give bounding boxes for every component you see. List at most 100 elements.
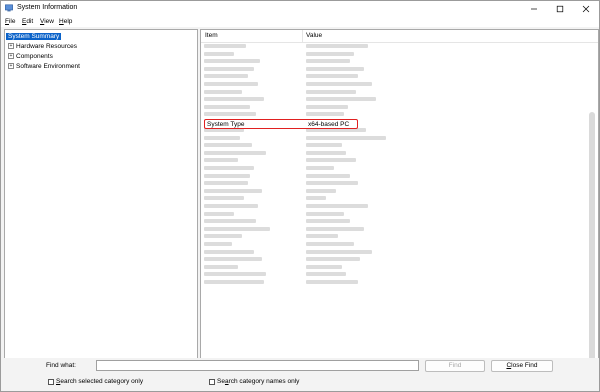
row-value-blurred (306, 272, 346, 277)
row-item-blurred (204, 242, 232, 246)
table-row[interactable] (201, 233, 547, 240)
row-value-blurred (306, 249, 372, 254)
table-row[interactable] (201, 142, 547, 149)
row-value-blurred (306, 51, 354, 56)
column-divider[interactable] (302, 30, 303, 42)
row-value-blurred (306, 74, 358, 79)
row-item-blurred (204, 51, 234, 56)
row-value-blurred (306, 188, 336, 193)
row-value-blurred (306, 150, 346, 155)
row-item-blurred (204, 135, 240, 140)
row-item-blurred (204, 204, 258, 208)
table-row[interactable] (201, 173, 547, 180)
minimize-button[interactable] (521, 1, 547, 16)
list-header: Item Value (201, 30, 598, 43)
search-selected-category-checkbox[interactable]: Search selected category only (48, 378, 143, 385)
highlighted-row-system-type[interactable]: System Type x64-based PC (204, 119, 358, 129)
table-row[interactable] (201, 58, 547, 65)
close-find-button[interactable]: Close Find (491, 360, 553, 372)
table-row[interactable] (201, 180, 547, 187)
row-value-blurred (306, 44, 368, 48)
window-title: System Information (17, 4, 78, 11)
row-value-blurred (306, 66, 364, 71)
table-row[interactable] (201, 256, 547, 263)
row-value-blurred (306, 173, 350, 178)
table-row[interactable] (201, 111, 547, 118)
expand-icon[interactable]: + (8, 43, 14, 50)
column-value[interactable]: Value (306, 32, 322, 39)
table-row[interactable] (201, 226, 547, 233)
row-item-blurred (204, 196, 244, 201)
vertical-scrollbar[interactable] (588, 42, 596, 362)
search-category-names-checkbox[interactable]: Search category names only (209, 378, 299, 385)
table-row[interactable] (201, 104, 547, 111)
row-item-blurred (204, 272, 266, 277)
row-item-blurred (204, 181, 248, 186)
row-value-blurred (306, 59, 350, 64)
row-item: System Type (207, 121, 245, 128)
minimize-icon (531, 8, 537, 9)
row-value-blurred (306, 264, 342, 269)
table-row[interactable] (201, 249, 547, 256)
row-item-blurred (204, 234, 242, 239)
maximize-button[interactable] (547, 1, 573, 16)
table-row[interactable] (201, 150, 547, 157)
menu-file[interactable]: File (5, 18, 16, 25)
tree-item-system-summary[interactable]: System Summary (6, 32, 62, 41)
category-tree[interactable]: System Summary + Hardware Resources + Comp… (4, 29, 198, 359)
table-row[interactable] (201, 264, 547, 271)
row-value-blurred (306, 135, 386, 140)
row-item-blurred (204, 264, 238, 269)
row-value-blurred (306, 211, 344, 216)
table-row[interactable] (201, 89, 547, 96)
row-value-blurred (306, 242, 354, 246)
find-input[interactable] (96, 360, 419, 371)
table-row[interactable] (201, 279, 547, 286)
expand-icon[interactable]: + (8, 63, 14, 70)
table-row[interactable] (201, 73, 547, 80)
row-value-blurred (306, 166, 334, 170)
close-button[interactable] (573, 1, 599, 16)
table-row[interactable] (201, 81, 547, 88)
row-value-blurred (306, 112, 344, 117)
tree-item-components[interactable]: + Components (8, 52, 53, 61)
row-item-blurred (204, 143, 252, 148)
table-row[interactable] (201, 203, 547, 210)
expand-icon[interactable]: + (8, 53, 14, 60)
column-item[interactable]: Item (205, 32, 218, 39)
menu-help[interactable]: Help (59, 18, 72, 25)
tree-item-hardware-resources[interactable]: + Hardware Resources (8, 42, 77, 51)
tree-item-label: System Summary (6, 33, 62, 40)
row-value-blurred (306, 204, 368, 208)
table-row[interactable] (201, 211, 547, 218)
table-row[interactable] (201, 51, 547, 58)
row-item-blurred (204, 226, 270, 231)
row-item-blurred (204, 188, 262, 193)
table-row[interactable] (201, 66, 547, 73)
title-bar[interactable]: System Information (1, 1, 599, 16)
table-row[interactable] (201, 195, 547, 202)
row-value-blurred (306, 280, 358, 284)
table-row[interactable] (201, 271, 547, 278)
checkbox-icon[interactable] (209, 378, 215, 385)
scrollbar-thumb[interactable] (589, 112, 595, 362)
table-row[interactable] (201, 157, 547, 164)
row-value-blurred (306, 181, 358, 186)
row-item-blurred (204, 74, 248, 79)
table-row[interactable] (201, 135, 547, 142)
table-row[interactable] (201, 218, 547, 225)
table-row[interactable] (201, 165, 547, 172)
menu-edit[interactable]: Edit (22, 18, 33, 25)
table-row[interactable] (201, 43, 547, 50)
table-row[interactable] (201, 241, 547, 248)
table-row[interactable] (201, 188, 547, 195)
table-row[interactable] (201, 96, 547, 103)
tree-item-software-environment[interactable]: + Software Environment (8, 62, 80, 71)
details-list[interactable]: Item Value System Type x64-based PC (200, 29, 599, 359)
menu-view[interactable]: View (40, 18, 54, 25)
row-item-blurred (204, 150, 266, 155)
row-value: x64-based PC (308, 121, 350, 128)
find-label: Find what: (46, 362, 76, 369)
checkbox-icon[interactable] (48, 378, 54, 385)
find-button[interactable]: Find (425, 360, 485, 372)
